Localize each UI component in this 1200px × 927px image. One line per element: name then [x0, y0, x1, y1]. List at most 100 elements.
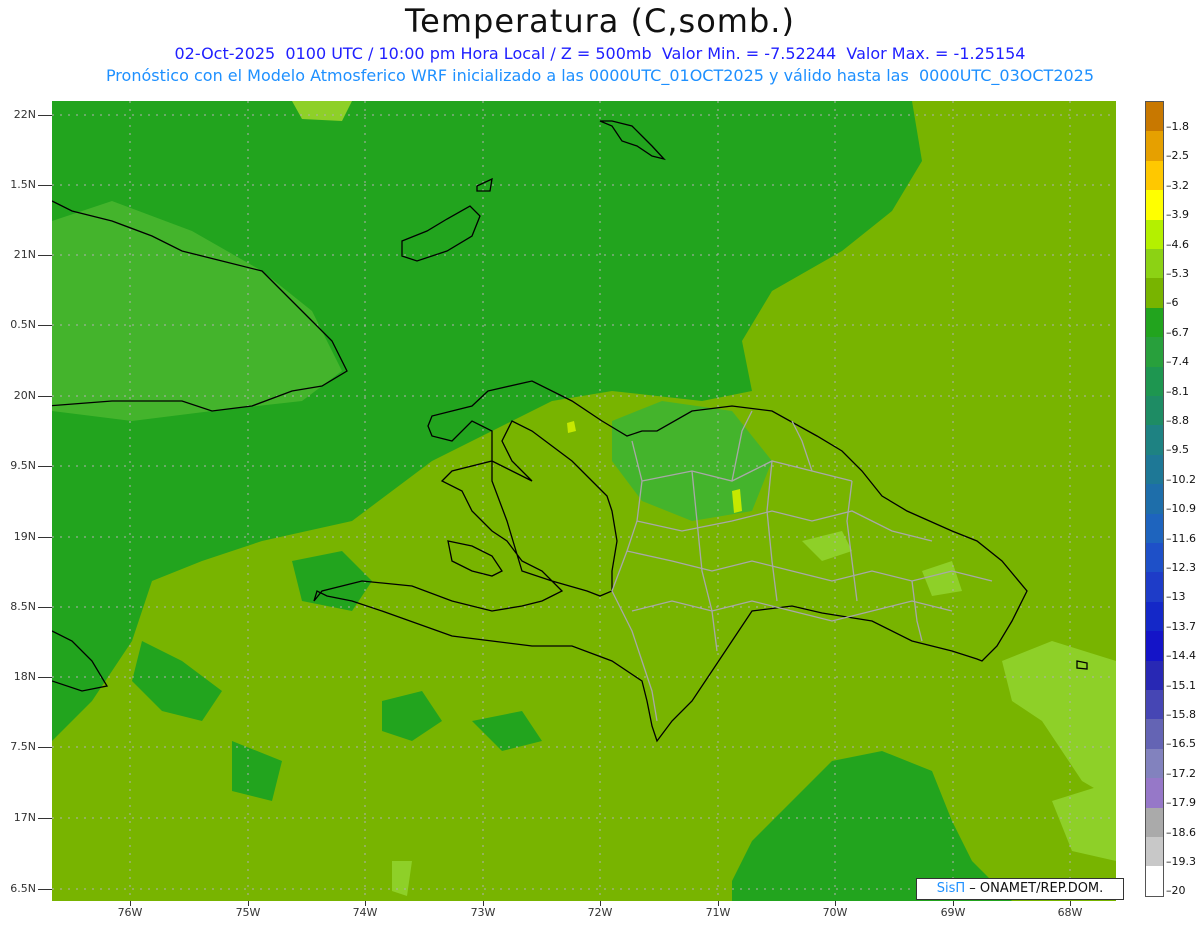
- lat-tick: [38, 396, 52, 397]
- lon-tick: [248, 901, 249, 906]
- colorbar-label: –13: [1166, 590, 1186, 604]
- colorbar-segment: [1146, 366, 1163, 396]
- lon-tick: [718, 901, 719, 906]
- lon-label: 75W: [235, 906, 261, 919]
- credit-box: SisΠ – ONAMET/REP.DOM.: [916, 878, 1124, 900]
- colorbar-segment: [1146, 719, 1163, 749]
- colorbar-label: –4.6: [1166, 237, 1189, 251]
- colorbar-label: –3.2: [1166, 178, 1189, 192]
- colorbar-label: –18.6: [1166, 825, 1196, 839]
- lat-tick: [38, 818, 52, 819]
- colorbar-label: –13.7: [1166, 619, 1196, 633]
- colorbar: [1145, 101, 1164, 897]
- lat-tick: [38, 466, 52, 467]
- colorbar-label: –17.2: [1166, 766, 1196, 780]
- lat-label: 0.5N: [10, 318, 36, 331]
- lon-tick: [835, 901, 836, 906]
- colorbar-label: –6: [1166, 296, 1179, 310]
- colorbar-segment: [1146, 601, 1163, 632]
- lon-label: 73W: [470, 906, 496, 919]
- colorbar-segment: [1146, 748, 1163, 779]
- colorbar-label: –1.8: [1166, 120, 1189, 133]
- lat-tick: [38, 255, 52, 256]
- colorbar-segment: [1146, 219, 1163, 249]
- temperature-map: [52, 101, 1116, 901]
- lat-label: 21N: [13, 248, 36, 261]
- colorbar-label: –5.3: [1166, 267, 1189, 280]
- colorbar-segment: [1146, 454, 1163, 485]
- lon-tick: [130, 901, 131, 906]
- colorbar-segment: [1146, 337, 1163, 367]
- map-title: Temperatura (C,somb.): [405, 2, 795, 40]
- colorbar-label: –15.1: [1166, 678, 1196, 692]
- colorbar-segment: [1146, 190, 1163, 220]
- lon-label: 71W: [705, 906, 731, 919]
- lat-tick: [38, 607, 52, 608]
- colorbar-label: –17.9: [1166, 796, 1196, 810]
- colorbar-segment: [1146, 131, 1163, 161]
- lat-tick: [38, 185, 52, 186]
- credit-text: – ONAMET/REP.DOM.: [969, 881, 1104, 896]
- colorbar-label: –9.5: [1166, 443, 1189, 457]
- cold-field-areas: [52, 101, 1012, 901]
- subtitle-model-info: Pronóstico con el Modelo Atmosferico WRF…: [105, 66, 1095, 85]
- lon-tick: [483, 901, 484, 906]
- colorbar-label: –3.9: [1166, 208, 1189, 222]
- lat-label: 17N: [13, 811, 36, 824]
- lon-tick: [365, 901, 366, 906]
- colorbar-label: –8.8: [1166, 414, 1189, 427]
- colorbar-label: –19.3: [1166, 855, 1196, 868]
- lon-tick: [600, 901, 601, 906]
- colorbar-segment: [1146, 690, 1163, 720]
- lon-label: 70W: [822, 906, 848, 919]
- colorbar-label: –2.5: [1166, 149, 1189, 163]
- colorbar-segment: [1146, 837, 1163, 867]
- lat-tick: [38, 889, 52, 890]
- sispi-logo-text: SisΠ: [936, 881, 966, 896]
- colorbar-label: –16.5: [1166, 737, 1196, 751]
- colorbar-segment: [1146, 425, 1163, 455]
- lon-label: 72W: [587, 906, 613, 919]
- colorbar-segment: [1146, 866, 1163, 896]
- colorbar-segment: [1146, 102, 1163, 132]
- colorbar-label: –10.9: [1166, 502, 1196, 516]
- colorbar-label: –10.2: [1166, 472, 1196, 486]
- colorbar-label: –12.3: [1166, 561, 1196, 574]
- colorbar-label: –8.1: [1166, 384, 1189, 398]
- colorbar-label: –20: [1166, 884, 1186, 898]
- lat-label: 18N: [13, 670, 36, 683]
- colorbar-label: –7.4: [1166, 355, 1189, 369]
- lon-label: 74W: [352, 906, 378, 919]
- colorbar-segment: [1146, 631, 1163, 661]
- colorbar-segment: [1146, 160, 1163, 191]
- lat-label: 1.5N: [10, 178, 36, 191]
- lat-tick: [38, 115, 52, 116]
- lat-tick: [38, 325, 52, 326]
- colorbar-segment: [1146, 396, 1163, 426]
- colorbar-segment: [1146, 307, 1163, 338]
- subtitle-valid-time: 02-Oct-2025 0100 UTC / 10:00 pm Hora Loc…: [174, 44, 1026, 63]
- colorbar-segment: [1146, 513, 1163, 543]
- colorbar-segment: [1146, 572, 1163, 602]
- colorbar-segment: [1146, 249, 1163, 279]
- lon-label: 68W: [1057, 906, 1083, 919]
- lat-label: 9.5N: [10, 459, 36, 472]
- colorbar-label: –14.4: [1166, 649, 1196, 663]
- lon-label: 76W: [117, 906, 143, 919]
- lon-tick: [1070, 901, 1071, 906]
- lat-label: 8.5N: [10, 600, 36, 613]
- colorbar-label: –15.8: [1166, 708, 1196, 721]
- colorbar-segment: [1146, 278, 1163, 308]
- lat-tick: [38, 537, 52, 538]
- lat-tick: [38, 747, 52, 748]
- colorbar-segment: [1146, 543, 1163, 573]
- lat-label: 7.5N: [10, 740, 36, 753]
- lat-label: 22N: [13, 108, 36, 121]
- colorbar-segment: [1146, 484, 1163, 514]
- lat-tick: [38, 677, 52, 678]
- lon-label: 69W: [940, 906, 966, 919]
- colorbar-segment: [1146, 660, 1163, 690]
- map-canvas: [52, 101, 1116, 901]
- lat-label: 6.5N: [10, 882, 36, 895]
- lat-label: 19N: [13, 530, 36, 543]
